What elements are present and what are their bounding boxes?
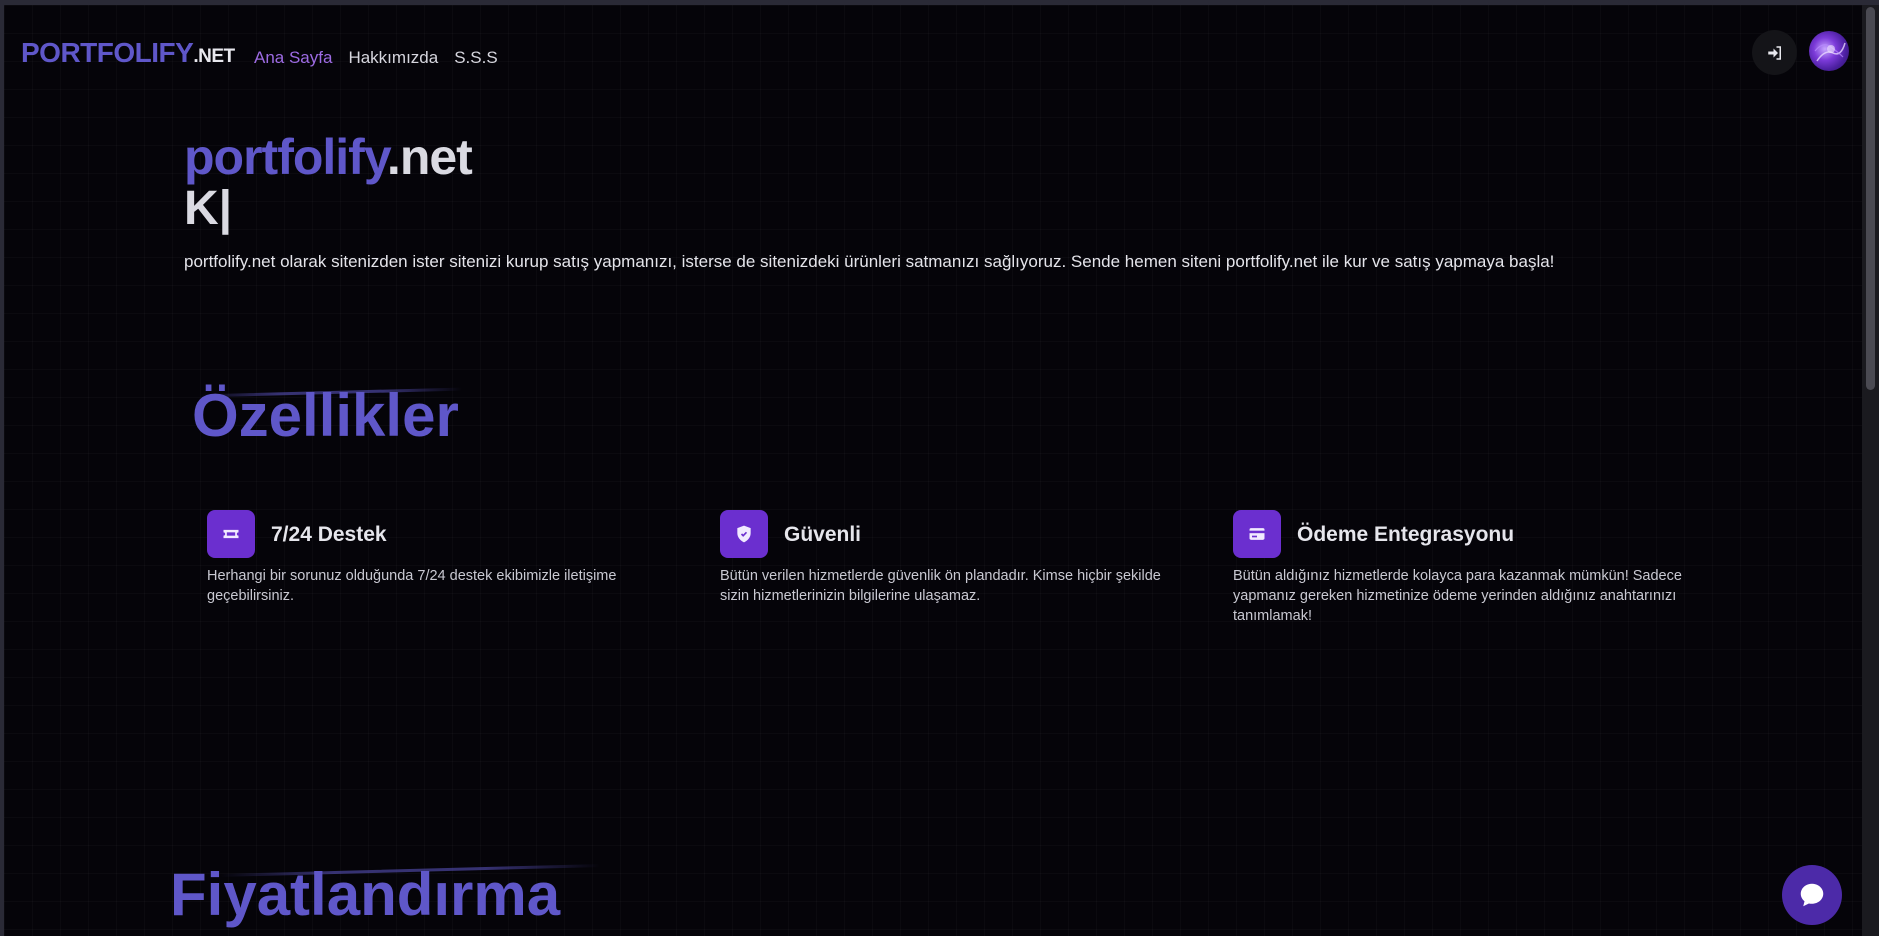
chat-bubble-icon xyxy=(1800,883,1824,907)
feature-description: Herhangi bir sorunuz olduğunda 7/24 dest… xyxy=(207,568,617,604)
page: PORTFOLIFY.NET Ana Sayfa Hakkımızda S.S.… xyxy=(0,0,1879,936)
feature-icon-box xyxy=(207,510,255,558)
feature-description: Bütün aldığınız hizmetlerde kolayca para… xyxy=(1233,568,1682,624)
brand-name: PORTFOLIFY xyxy=(21,37,194,68)
page-scrollbar[interactable] xyxy=(1862,5,1879,936)
main-nav: Ana Sayfa Hakkımızda S.S.S xyxy=(254,48,498,68)
sign-in-icon xyxy=(1767,45,1781,60)
avatar-art xyxy=(1814,42,1846,62)
hero-typing-text: K| xyxy=(184,182,233,235)
feature-icon-box xyxy=(720,510,768,558)
hero-title-name: portfolify xyxy=(184,129,388,185)
nav-item-about[interactable]: Hakkımızda xyxy=(348,48,438,68)
feature-description: Bütün verilen hizmetlerde güvenlik ön pl… xyxy=(720,568,1161,604)
features-title: Özellikler xyxy=(192,382,459,449)
feature-icon-box xyxy=(1233,510,1281,558)
shield-icon xyxy=(737,525,751,543)
login-button[interactable] xyxy=(1752,30,1797,75)
pricing-title: Fiyatlandırma xyxy=(170,861,561,928)
feature-title: 7/24 Destek xyxy=(271,523,387,546)
ticket-icon xyxy=(223,529,239,539)
brand-tld: .NET xyxy=(193,46,235,67)
credit-card-icon xyxy=(1249,528,1265,540)
chat-button[interactable] xyxy=(1782,865,1842,925)
nav-item-faq[interactable]: S.S.S xyxy=(454,48,497,68)
nav-item-home[interactable]: Ana Sayfa xyxy=(254,48,332,68)
hero-title-tld: .net xyxy=(386,129,473,185)
feature-title: Ödeme Entegrasyonu xyxy=(1297,523,1515,546)
hero-title: portfolify.net xyxy=(184,129,473,185)
feature-title: Güvenli xyxy=(784,523,862,546)
brand-logo[interactable]: PORTFOLIFY.NET xyxy=(21,37,235,69)
hero-description: portfolify.net olarak sitenizden ister s… xyxy=(184,252,1555,271)
user-avatar[interactable] xyxy=(1809,31,1849,71)
scrollbar-thumb[interactable] xyxy=(1866,7,1875,390)
